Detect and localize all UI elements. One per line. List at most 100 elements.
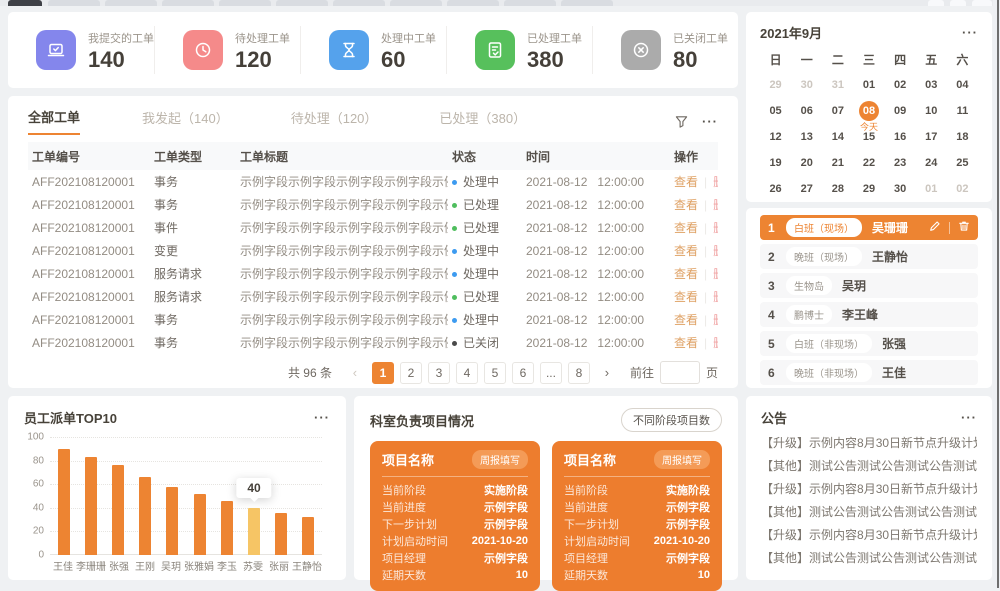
calendar-day[interactable]: 31 [822, 72, 853, 98]
view-link[interactable]: 查看 [674, 290, 698, 304]
calendar-day[interactable]: 06 [791, 98, 822, 124]
page-button[interactable]: 3 [428, 362, 450, 384]
bar[interactable] [221, 501, 233, 555]
more-icon[interactable]: ··· [702, 115, 718, 128]
bar[interactable] [248, 508, 260, 555]
calendar-day[interactable]: 28 [822, 176, 853, 202]
more-icon[interactable]: ··· [314, 411, 330, 424]
calendar-day[interactable]: 23 [885, 150, 916, 176]
top-tab[interactable] [162, 0, 214, 6]
calendar-day[interactable]: 20 [791, 150, 822, 176]
bar[interactable] [112, 465, 124, 555]
top-tab[interactable] [276, 0, 328, 6]
top-tab[interactable] [504, 0, 556, 6]
prev-page-button[interactable]: ‹ [344, 362, 366, 384]
tab-order-filter[interactable]: 已处理（380） [439, 108, 526, 134]
delete-link[interactable]: 删除 [713, 336, 718, 350]
top-tab[interactable] [447, 0, 499, 6]
page-button[interactable]: 4 [456, 362, 478, 384]
tab-all-orders[interactable]: 全部工单 [28, 107, 80, 135]
calendar-day[interactable]: 01 [853, 72, 884, 98]
more-icon[interactable]: ··· [962, 26, 978, 39]
top-control[interactable] [972, 0, 992, 6]
bar[interactable] [166, 487, 178, 555]
calendar-day[interactable]: 25 [947, 150, 978, 176]
weekly-report-badge[interactable]: 周报填写 [472, 450, 528, 469]
bar[interactable] [302, 517, 314, 555]
calendar-day[interactable]: 29 [760, 72, 791, 98]
calendar-day[interactable]: 14 [822, 124, 853, 150]
delete-link[interactable]: 删除 [713, 221, 718, 235]
shift-row[interactable]: 6晚班（非现场）王佳 [760, 360, 978, 385]
calendar-day[interactable]: 16 [885, 124, 916, 150]
shift-row[interactable]: 3生物岛吴玥 [760, 273, 978, 298]
tab-order-filter[interactable]: 我发起（140） [142, 108, 229, 134]
view-link[interactable]: 查看 [674, 244, 698, 258]
calendar-day[interactable]: 01 [916, 176, 947, 202]
bar[interactable] [139, 477, 151, 555]
shift-row[interactable]: 5白班（非现场）张强 [760, 331, 978, 356]
calendar-day[interactable]: 15 [853, 124, 884, 150]
delete-link[interactable]: 删除 [713, 313, 718, 327]
calendar-day[interactable]: 19 [760, 150, 791, 176]
top-control[interactable] [928, 0, 944, 6]
page-ellipsis[interactable]: ... [540, 362, 562, 384]
calendar-day[interactable]: 27 [791, 176, 822, 202]
top-tab[interactable] [8, 0, 42, 6]
view-link[interactable]: 查看 [674, 267, 698, 281]
announcement-item[interactable]: 【其他】测试公告测试公告测试公告测试公告测试公告 [761, 455, 977, 478]
top-tab[interactable] [219, 0, 271, 6]
view-link[interactable]: 查看 [674, 336, 698, 350]
announcement-item[interactable]: 【升级】示例内容8月30日新节点升级计划通知 [761, 524, 977, 547]
page-button[interactable]: 2 [400, 362, 422, 384]
shift-row[interactable]: 1白班（现场）吴珊珊 [760, 215, 978, 240]
calendar-day[interactable]: 29 [853, 176, 884, 202]
goto-page-input[interactable] [660, 361, 700, 384]
view-link[interactable]: 查看 [674, 221, 698, 235]
calendar-day[interactable]: 11 [947, 98, 978, 124]
calendar-day[interactable]: 12 [760, 124, 791, 150]
delete-link[interactable]: 删除 [713, 244, 718, 258]
calendar-day[interactable]: 02 [947, 176, 978, 202]
calendar-day[interactable]: 07 [822, 98, 853, 124]
weekly-report-badge[interactable]: 周报填写 [654, 450, 710, 469]
calendar-day[interactable]: 10 [916, 98, 947, 124]
top-tab[interactable] [105, 0, 157, 6]
view-link[interactable]: 查看 [674, 198, 698, 212]
filter-icon[interactable] [675, 115, 688, 128]
announcement-item[interactable]: 【其他】测试公告测试公告测试公告测试公告测试公告 [761, 547, 977, 570]
calendar-day[interactable]: 03 [916, 72, 947, 98]
top-control[interactable] [950, 0, 966, 6]
calendar-day-today[interactable]: 08今天 [853, 98, 884, 124]
calendar-day[interactable]: 26 [760, 176, 791, 202]
calendar-day[interactable]: 17 [916, 124, 947, 150]
bar[interactable] [275, 513, 287, 555]
project-card[interactable]: 项目名称周报填写当前阶段实施阶段当前进度示例字段下一步计划示例字段计划启动时间2… [552, 441, 722, 591]
page-button[interactable]: 1 [372, 362, 394, 384]
delete-link[interactable]: 删除 [713, 198, 718, 212]
page-button[interactable]: 5 [484, 362, 506, 384]
calendar-day[interactable]: 18 [947, 124, 978, 150]
bar[interactable] [58, 449, 70, 555]
tab-order-filter[interactable]: 待处理（120） [291, 108, 378, 134]
view-link[interactable]: 查看 [674, 313, 698, 327]
top-tab[interactable] [561, 0, 613, 6]
stage-count-button[interactable]: 不同阶段项目数 [621, 408, 722, 432]
delete-icon[interactable] [958, 220, 970, 235]
announcement-item[interactable]: 【升级】示例内容8月30日新节点升级计划通知 [761, 432, 977, 455]
shift-row[interactable]: 2晚班（现场）王静怡 [760, 244, 978, 269]
calendar-day[interactable]: 24 [916, 150, 947, 176]
delete-link[interactable]: 删除 [713, 175, 718, 189]
announcement-item[interactable]: 【其他】测试公告测试公告测试公告测试公告测试公告 [761, 501, 977, 524]
calendar-day[interactable]: 02 [885, 72, 916, 98]
next-page-button[interactable]: › [596, 362, 618, 384]
bar[interactable] [85, 457, 97, 555]
announcement-item[interactable]: 【升级】示例内容8月30日新节点升级计划通知 [761, 478, 977, 501]
calendar-day[interactable]: 05 [760, 98, 791, 124]
edit-icon[interactable] [929, 220, 941, 235]
calendar-day[interactable]: 09 [885, 98, 916, 124]
page-button[interactable]: 8 [568, 362, 590, 384]
view-link[interactable]: 查看 [674, 175, 698, 189]
top-tab[interactable] [48, 0, 100, 6]
page-button[interactable]: 6 [512, 362, 534, 384]
